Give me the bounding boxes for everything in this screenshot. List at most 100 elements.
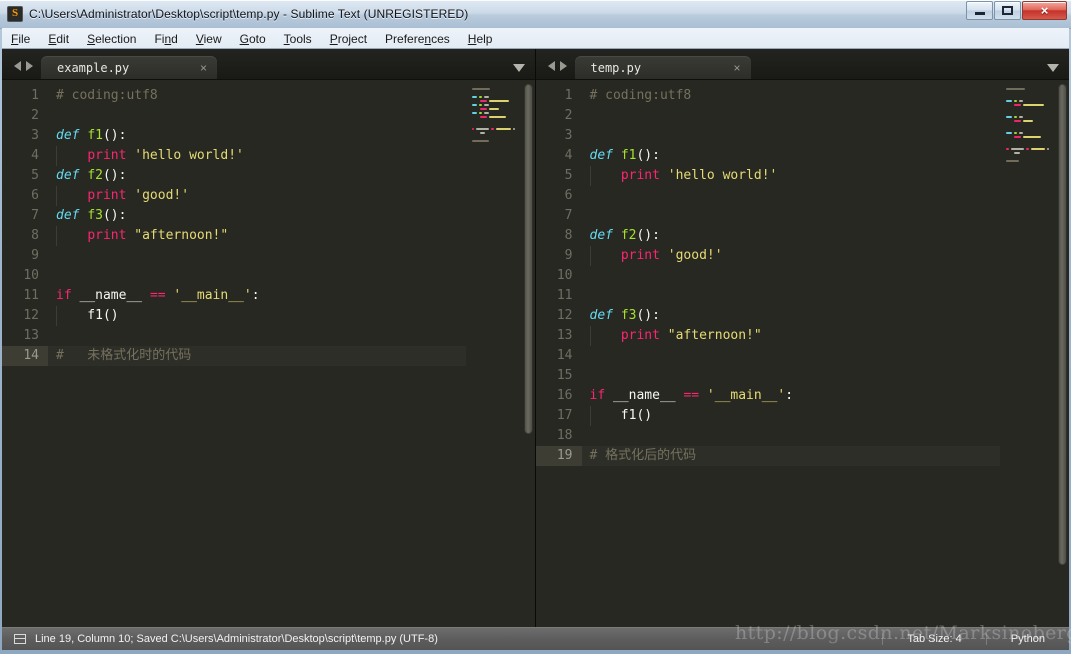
menu-selection[interactable]: Selection xyxy=(78,30,145,47)
code-line[interactable]: if __name__ == '__main__': xyxy=(48,286,466,306)
menu-project[interactable]: Project xyxy=(321,30,376,47)
code-line[interactable]: if __name__ == '__main__': xyxy=(582,386,1001,406)
tab-example-py[interactable]: example.py × xyxy=(41,56,217,79)
code-token: def xyxy=(56,168,88,183)
menu-bar: File Edit Selection Find View Goto Tools Projec… xyxy=(2,28,1069,49)
code-line[interactable]: def f3(): xyxy=(582,306,1001,326)
code-line[interactable]: print "afternoon!" xyxy=(582,326,1001,346)
minimap-token xyxy=(479,132,486,134)
minimap-left[interactable] xyxy=(465,80,522,627)
tab-label: example.py xyxy=(57,60,130,75)
code-line[interactable] xyxy=(582,366,1001,386)
code-line[interactable]: # 未格式化时的代码 xyxy=(48,346,466,366)
tab-close-icon[interactable]: × xyxy=(733,62,740,74)
line-number: 18 xyxy=(556,428,573,443)
code-line[interactable] xyxy=(582,126,1001,146)
minimap-right[interactable] xyxy=(1000,80,1056,627)
tab-prev-icon[interactable] xyxy=(547,61,555,71)
scrollbar-left[interactable] xyxy=(521,80,535,627)
scrollbar-right[interactable] xyxy=(1056,80,1069,627)
code-line[interactable]: print 'hello world!' xyxy=(582,166,1001,186)
menu-view[interactable]: View xyxy=(187,30,231,47)
code-area-left[interactable]: # coding:utf8 def f1(): print 'hello wor… xyxy=(48,80,466,627)
code-line[interactable]: f1() xyxy=(582,406,1001,426)
menu-file[interactable]: File xyxy=(2,30,39,47)
menu-find[interactable]: Find xyxy=(145,30,186,47)
line-number: 10 xyxy=(556,268,573,283)
tab-dropdown-icon[interactable] xyxy=(1047,64,1059,72)
application-window: C:\Users\Administrator\Desktop\script\te… xyxy=(0,0,1071,654)
code-token: "afternoon!" xyxy=(134,228,229,243)
menu-help[interactable]: Help xyxy=(459,30,502,47)
code-line[interactable]: def f2(): xyxy=(48,166,466,186)
code-line[interactable]: f1() xyxy=(48,306,466,326)
tab-close-icon[interactable]: × xyxy=(200,62,207,74)
line-number: 13 xyxy=(556,328,573,343)
tab-dropdown-icon[interactable] xyxy=(512,64,525,72)
code-line[interactable]: def f1(): xyxy=(48,126,466,146)
menu-tools[interactable]: Tools xyxy=(275,30,321,47)
code-line[interactable] xyxy=(48,106,466,126)
code-line[interactable]: def f3(): xyxy=(48,206,466,226)
code-line[interactable]: # 格式化后的代码 xyxy=(582,446,1001,466)
code-line[interactable] xyxy=(582,346,1001,366)
code-line[interactable] xyxy=(582,266,1001,286)
gutter-right: 1 2 3 4 5 6 7 8 9 10 11 12 13 14 15 16 17 18 19 xyxy=(535,80,582,627)
code-line[interactable]: # coding:utf8 xyxy=(582,86,1001,106)
editor-right[interactable]: 1 2 3 4 5 6 7 8 9 10 11 12 13 14 15 16 17 18 19 # coding:u… xyxy=(535,80,1069,627)
menu-accelerator: n xyxy=(424,31,432,46)
minimize-button[interactable] xyxy=(966,1,993,20)
minimap-token xyxy=(1006,116,1012,118)
layout-icon[interactable] xyxy=(14,634,26,644)
minimap-token xyxy=(1014,152,1020,154)
minimap-token xyxy=(471,88,491,90)
scrollbar-thumb[interactable] xyxy=(1058,84,1067,565)
menu-preferences[interactable]: Preferences xyxy=(376,30,459,47)
code-token: f2 xyxy=(87,168,103,183)
tab-temp-py[interactable]: temp.py × xyxy=(574,56,751,79)
syntax-indicator[interactable]: Python xyxy=(985,633,1069,645)
line-number: 8 xyxy=(564,228,573,243)
scrollbar-thumb[interactable] xyxy=(523,84,533,434)
code-line[interactable] xyxy=(48,326,466,346)
tab-nav-left[interactable] xyxy=(2,61,41,79)
tab-next-icon[interactable] xyxy=(26,61,33,71)
code-line[interactable]: # coding:utf8 xyxy=(48,86,466,106)
code-line[interactable]: def f1(): xyxy=(582,146,1001,166)
code-line[interactable] xyxy=(582,426,1001,446)
code-line[interactable] xyxy=(582,286,1001,306)
code-token: '__main__' xyxy=(706,388,786,403)
code-area-right[interactable]: # coding:utf8 def f1(): print 'hello wor… xyxy=(582,80,1001,627)
tab-next-icon[interactable] xyxy=(559,61,567,71)
code-line[interactable]: print "afternoon!" xyxy=(48,226,466,246)
minimap-token xyxy=(1010,148,1024,150)
code-token: def xyxy=(589,308,621,323)
code-line[interactable] xyxy=(582,186,1001,206)
code-token: 'hello world!' xyxy=(134,148,244,163)
menu-goto[interactable]: Goto xyxy=(231,30,275,47)
tab-prev-icon[interactable] xyxy=(14,61,21,71)
minimap-token xyxy=(479,112,483,114)
title-bar[interactable]: C:\Users\Administrator\Desktop\script\te… xyxy=(0,0,1071,29)
editor-left[interactable]: 1 2 3 4 5 6 7 8 9 10 11 12 13 14 # coding:utf8 def f1… xyxy=(2,80,535,627)
tab-size-indicator[interactable]: Tab Size: 4 xyxy=(882,633,985,645)
window-controls: × xyxy=(965,1,1067,20)
code-line[interactable] xyxy=(582,106,1001,126)
tab-nav-right[interactable] xyxy=(536,61,575,79)
minimap-indent xyxy=(1006,119,1012,123)
code-token: # 格式化后的代码 xyxy=(589,448,697,463)
menu-accelerator: T xyxy=(283,31,290,46)
menu-edit[interactable]: Edit xyxy=(39,30,78,47)
code-line[interactable] xyxy=(582,206,1001,226)
code-line[interactable]: def f2(): xyxy=(582,226,1001,246)
code-line[interactable] xyxy=(48,246,466,266)
maximize-button[interactable] xyxy=(994,1,1021,20)
line-number: 6 xyxy=(564,188,573,203)
code-line[interactable]: print 'good!' xyxy=(48,186,466,206)
code-token: (): xyxy=(636,148,660,163)
code-line[interactable]: print 'hello world!' xyxy=(48,146,466,166)
code-line[interactable] xyxy=(48,266,466,286)
close-button[interactable]: × xyxy=(1022,1,1067,20)
code-line[interactable]: print 'good!' xyxy=(582,246,1001,266)
